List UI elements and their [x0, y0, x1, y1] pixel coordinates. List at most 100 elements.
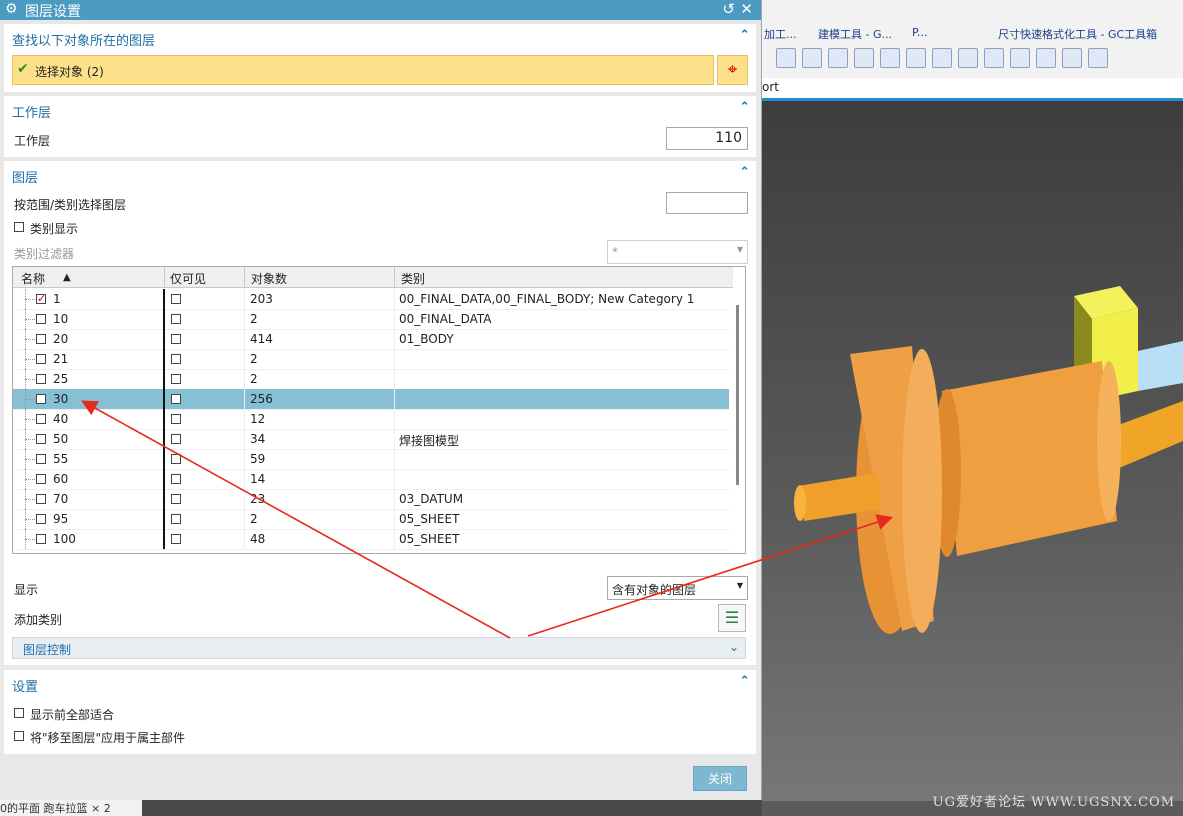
tool-icon[interactable]: [1036, 48, 1056, 68]
ribbon-group-p[interactable]: P...: [912, 26, 927, 39]
reset-icon[interactable]: ↺: [722, 0, 735, 18]
category-display-checkbox[interactable]: [14, 222, 24, 232]
table-row[interactable]: 40 12: [13, 409, 729, 430]
checkmark-icon: ✔: [17, 61, 29, 77]
close-button[interactable]: 关闭: [693, 766, 747, 791]
column-divider: [244, 429, 245, 449]
table-row[interactable]: 10 2 00_FINAL_DATA: [13, 309, 729, 330]
layer-checkbox[interactable]: [36, 374, 46, 384]
column-divider[interactable]: [164, 267, 165, 287]
layer-checkbox[interactable]: [36, 334, 46, 344]
layer-checkbox[interactable]: [36, 394, 46, 404]
table-row[interactable]: 50 34 焊接图模型: [13, 429, 729, 450]
work-layer-heading[interactable]: 工作层: [12, 102, 51, 121]
chevron-up-icon[interactable]: ⌃: [739, 28, 750, 43]
visible-only-checkbox[interactable]: [171, 414, 181, 424]
table-row[interactable]: 25 2: [13, 369, 729, 390]
visible-only-checkbox[interactable]: [171, 374, 181, 384]
layer-name: 25: [53, 372, 69, 386]
table-row[interactable]: 95 2 05_SHEET: [13, 509, 729, 530]
sort-ascending-icon[interactable]: ▲: [63, 272, 71, 283]
layer-checkbox[interactable]: [36, 434, 46, 444]
visible-only-checkbox[interactable]: [171, 434, 181, 444]
visible-only-checkbox[interactable]: [171, 334, 181, 344]
display-dropdown[interactable]: 含有对象的图层 ▼: [607, 576, 748, 600]
layer-checkbox[interactable]: [36, 514, 46, 524]
dialog-titlebar[interactable]: ⚙ 图层设置 ↺ ✕: [0, 0, 761, 20]
col-header-visible-only[interactable]: 仅可见: [170, 270, 206, 287]
chevron-up-icon[interactable]: ⌃: [739, 165, 750, 180]
table-row[interactable]: 60 14: [13, 469, 729, 490]
layer-checkbox[interactable]: [36, 314, 46, 324]
ribbon-group-modeling-tools[interactable]: 建模工具 - G...: [818, 26, 892, 42]
layer-checkbox[interactable]: [36, 354, 46, 364]
settings-heading[interactable]: 设置: [12, 676, 38, 695]
crosshair-select-button[interactable]: ⌖: [717, 55, 748, 85]
visible-only-checkbox[interactable]: [171, 394, 181, 404]
visible-only-checkbox[interactable]: [171, 474, 181, 484]
column-divider[interactable]: [394, 267, 395, 287]
table-row[interactable]: 55 59: [13, 449, 729, 470]
ribbon-group-machining[interactable]: 加工...: [764, 26, 797, 42]
tool-icon[interactable]: [906, 48, 926, 68]
tool-icon[interactable]: [984, 48, 1004, 68]
visible-only-checkbox[interactable]: [171, 314, 181, 324]
find-section-heading[interactable]: 查找以下对象所在的图层: [12, 30, 155, 49]
layer-control-group[interactable]: 图层控制 ⌄: [12, 637, 746, 659]
work-layer-input[interactable]: 110: [666, 127, 748, 150]
visible-only-checkbox[interactable]: [171, 494, 181, 504]
layer-checkbox[interactable]: [36, 494, 46, 504]
layer-checkbox[interactable]: ✓: [36, 293, 46, 304]
tool-icon[interactable]: [1062, 48, 1082, 68]
tool-icon[interactable]: [854, 48, 874, 68]
layer-category: 00_FINAL_DATA: [399, 312, 492, 326]
ribbon-group-gc-toolbox[interactable]: 尺寸快速格式化工具 - GC工具箱: [998, 26, 1157, 42]
tree-line: [25, 419, 35, 420]
col-header-name[interactable]: 名称: [21, 270, 45, 287]
tool-icon[interactable]: [880, 48, 900, 68]
visible-only-checkbox[interactable]: [171, 294, 181, 304]
column-divider: [163, 509, 165, 529]
layer-checkbox[interactable]: [36, 454, 46, 464]
visible-only-checkbox[interactable]: [171, 454, 181, 464]
tool-icon[interactable]: [828, 48, 848, 68]
model-canvas[interactable]: [762, 101, 1183, 801]
range-input[interactable]: [666, 192, 748, 214]
apply-owner-checkbox[interactable]: [14, 731, 24, 741]
layers-heading[interactable]: 图层: [12, 167, 38, 186]
table-row[interactable]: ✓ 1 203 00_FINAL_DATA,00_FINAL_BODY; New Ca…: [13, 289, 729, 310]
close-icon[interactable]: ✕: [740, 0, 753, 18]
table-row[interactable]: 21 2: [13, 349, 729, 370]
vertical-scrollbar[interactable]: [735, 289, 741, 533]
tool-icon[interactable]: [1088, 48, 1108, 68]
tool-icon[interactable]: [1010, 48, 1030, 68]
tool-icon[interactable]: [932, 48, 952, 68]
table-row[interactable]: 30 256: [13, 389, 729, 410]
select-object-bar[interactable]: ✔ 选择对象 (2): [12, 55, 714, 85]
viewport-tab[interactable]: ort: [762, 78, 1183, 101]
tool-icon[interactable]: [802, 48, 822, 68]
chevron-up-icon[interactable]: ⌃: [739, 674, 750, 689]
fit-all-checkbox[interactable]: [14, 708, 24, 718]
chevron-up-icon[interactable]: ⌃: [739, 100, 750, 115]
visible-only-checkbox[interactable]: [171, 534, 181, 544]
navigator-tab[interactable]: 0的平面 跑车拉篮 × 2: [0, 800, 142, 816]
column-divider[interactable]: [244, 267, 245, 287]
col-header-category[interactable]: 类别: [401, 270, 425, 287]
graphics-viewport[interactable]: 加工... 建模工具 - G... P... 尺寸快速格式化工具 - GC工具箱…: [762, 0, 1183, 816]
add-category-button[interactable]: ☰: [718, 604, 746, 632]
table-row[interactable]: 20 414 01_BODY: [13, 329, 729, 350]
tool-icon[interactable]: [776, 48, 796, 68]
layer-checkbox[interactable]: [36, 474, 46, 484]
table-row[interactable]: 100 48 05_SHEET: [13, 529, 729, 550]
scroll-thumb[interactable]: [736, 305, 739, 485]
category-filter-dropdown[interactable]: * ▼: [607, 240, 748, 264]
visible-only-checkbox[interactable]: [171, 514, 181, 524]
layer-checkbox[interactable]: [36, 414, 46, 424]
table-row[interactable]: 70 23 03_DATUM: [13, 489, 729, 510]
tool-icon[interactable]: [958, 48, 978, 68]
layer-checkbox[interactable]: [36, 534, 46, 544]
col-header-object-count[interactable]: 对象数: [251, 270, 287, 287]
object-count: 256: [250, 392, 273, 406]
visible-only-checkbox[interactable]: [171, 354, 181, 364]
